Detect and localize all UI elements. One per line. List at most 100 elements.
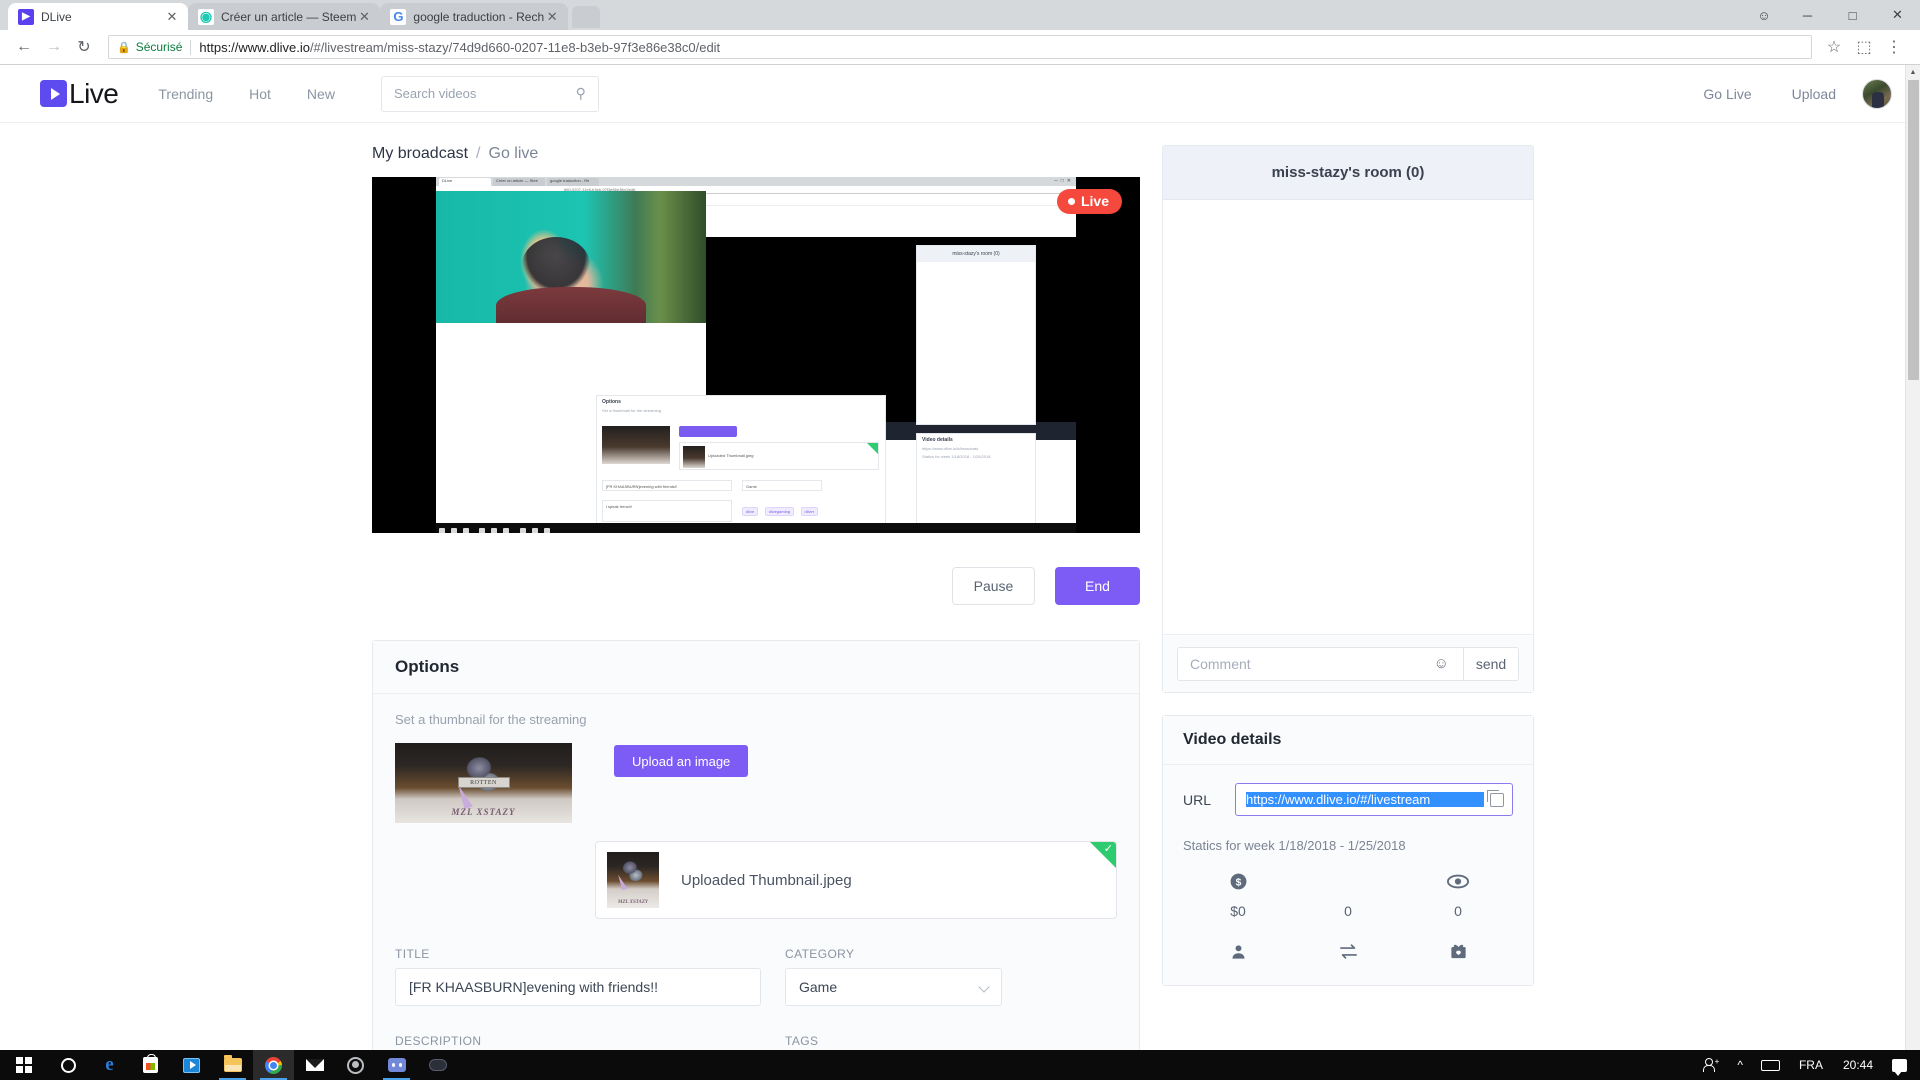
reload-icon[interactable]: ↻ bbox=[70, 33, 98, 61]
media-player-icon[interactable] bbox=[171, 1050, 212, 1080]
minimize-button[interactable]: ─ bbox=[1785, 0, 1830, 30]
chevron-up-icon[interactable]: ^ bbox=[1728, 1050, 1752, 1080]
steemit-icon: ◉ bbox=[198, 8, 214, 25]
dlive-page: Live Trending Hot New ⚲ Go Live Upload M… bbox=[0, 65, 1920, 1050]
browser-tab-dlive[interactable]: ▶ DLive ✕ bbox=[8, 3, 188, 30]
browser-tab-steemit[interactable]: ◉ Créer un article — Steem ✕ bbox=[188, 3, 381, 30]
chrome-icon[interactable] bbox=[253, 1050, 294, 1080]
screen-capture-preview: DLive Créer un article — Stee google tra… bbox=[436, 177, 1076, 533]
obs-icon[interactable] bbox=[335, 1050, 376, 1080]
browser-tab-google-traduction[interactable]: G google traduction - Rech ✕ bbox=[380, 3, 569, 30]
video-details-card: Video details URL https://www.dlive.io/#… bbox=[1162, 715, 1534, 986]
bookmark-star-icon[interactable]: ☆ bbox=[1820, 33, 1848, 61]
keyboard-icon[interactable] bbox=[1752, 1050, 1789, 1080]
pause-button[interactable]: Pause bbox=[952, 567, 1035, 605]
chat-panel: miss-stazy's room (0) ☺ send bbox=[1162, 145, 1534, 693]
description-field-group: DESCRIPTION bbox=[395, 1034, 761, 1050]
breadcrumb-my-broadcast[interactable]: My broadcast bbox=[372, 145, 468, 163]
comment-input[interactable] bbox=[1177, 646, 1463, 681]
avatar[interactable] bbox=[1862, 78, 1892, 109]
search-icon[interactable]: ⚲ bbox=[576, 85, 586, 102]
uploaded-file-card[interactable]: MZL XSTAZY Uploaded Thumbnail.jpeg ✓ bbox=[595, 841, 1117, 919]
store-icon[interactable] bbox=[130, 1050, 171, 1080]
address-bar[interactable]: 🔒 Sécurisé https://www.dlive.io/#/livest… bbox=[108, 35, 1812, 59]
file-thumb-name: MZL XSTAZY bbox=[618, 900, 648, 905]
video-player[interactable]: DLive Créer un article — Stee google tra… bbox=[372, 177, 1140, 533]
clock[interactable]: 20:44 bbox=[1833, 1050, 1883, 1080]
logo-text: Live bbox=[69, 77, 119, 109]
category-select-wrap[interactable]: Game bbox=[785, 968, 1002, 1006]
url-input-field[interactable]: https://www.dlive.io/#/livestream bbox=[1235, 783, 1513, 816]
mock-thumbnail bbox=[602, 426, 670, 464]
left-column: My broadcast / Go live DLive Créer un ar… bbox=[372, 145, 1140, 1050]
check-icon: ✓ bbox=[1103, 843, 1113, 855]
mock-options-card: Options Set a thumbnail for the streamin… bbox=[596, 395, 886, 530]
mail-icon[interactable] bbox=[294, 1050, 335, 1080]
thumbnail-hint: Set a thumbnail for the streaming bbox=[395, 712, 587, 727]
title-input[interactable] bbox=[395, 968, 761, 1006]
copy-icon[interactable] bbox=[1487, 789, 1504, 807]
title-field-group: TITLE bbox=[395, 947, 761, 1006]
discord-icon[interactable] bbox=[376, 1050, 417, 1080]
url-value[interactable]: https://www.dlive.io/#/livestream bbox=[1246, 792, 1484, 807]
file-explorer-icon[interactable] bbox=[212, 1050, 253, 1080]
windows-taskbar: e + ^ FRA 20:44 bbox=[0, 1050, 1920, 1080]
new-tab-button[interactable] bbox=[572, 6, 601, 28]
options-header: Options bbox=[373, 641, 1139, 694]
nav-link-hot[interactable]: Hot bbox=[249, 86, 271, 102]
start-icon[interactable] bbox=[0, 1050, 48, 1080]
language-indicator[interactable]: FRA bbox=[1789, 1050, 1833, 1080]
live-badge: Live bbox=[1056, 189, 1122, 214]
search-input[interactable] bbox=[393, 86, 576, 101]
send-button[interactable]: send bbox=[1463, 646, 1519, 681]
video-details-body: URL https://www.dlive.io/#/livestream St… bbox=[1163, 765, 1533, 985]
end-button[interactable]: End bbox=[1055, 567, 1140, 605]
mock-chat-title: miss-stazy's room (0) bbox=[917, 246, 1035, 262]
cortana-icon[interactable] bbox=[48, 1050, 89, 1080]
mock-chat-panel: miss-stazy's room (0) bbox=[916, 245, 1036, 425]
mock-file-thumb bbox=[683, 446, 705, 468]
tab-title: Créer un article — Steem bbox=[221, 9, 357, 24]
emoji-icon[interactable]: ☺ bbox=[1434, 655, 1449, 672]
profile-icon[interactable]: ☺ bbox=[1743, 0, 1785, 30]
scroll-up-icon[interactable]: ▲ bbox=[1906, 65, 1920, 80]
upload-link[interactable]: Upload bbox=[1792, 86, 1836, 102]
scrollbar-thumb[interactable] bbox=[1908, 80, 1919, 380]
description-label: DESCRIPTION bbox=[395, 1034, 482, 1048]
system-tray: + ^ FRA 20:44 bbox=[1694, 1050, 1920, 1080]
file-thumbnail: MZL XSTAZY bbox=[607, 852, 659, 908]
extension-icon[interactable]: ⬚ bbox=[1850, 33, 1878, 61]
dlive-logo[interactable]: Live bbox=[40, 77, 119, 110]
search-box[interactable]: ⚲ bbox=[380, 75, 599, 112]
close-window-button[interactable]: ✕ bbox=[1875, 0, 1920, 30]
notification-icon[interactable] bbox=[1883, 1050, 1916, 1080]
category-select[interactable]: Game bbox=[785, 968, 1002, 1006]
thumbnail-ribbon-text: ROTTEN bbox=[457, 777, 510, 788]
repeat-icon bbox=[1293, 937, 1403, 965]
mock-title-input: [FR KHAASBURN]evening with friends!! bbox=[602, 480, 732, 491]
thumbnail-title-text: MZL XSTAZY bbox=[451, 807, 516, 817]
close-icon[interactable]: ✕ bbox=[164, 9, 180, 25]
category-label: CATEGORY bbox=[785, 947, 855, 961]
close-icon[interactable]: ✕ bbox=[356, 9, 372, 25]
upload-image-button[interactable]: Upload an image bbox=[614, 745, 749, 777]
thumbnail-art bbox=[450, 743, 517, 809]
nav-link-trending[interactable]: Trending bbox=[158, 86, 213, 102]
people-icon[interactable]: + bbox=[1694, 1050, 1728, 1080]
stream-controls: Pause End bbox=[372, 567, 1140, 605]
mock-vd-url: https://www.dlive.io/#/broadcast bbox=[922, 446, 979, 451]
close-icon[interactable]: ✕ bbox=[544, 9, 560, 25]
earnings-value: $0 bbox=[1230, 903, 1246, 919]
maximize-button[interactable]: □ bbox=[1830, 0, 1875, 30]
forward-icon[interactable]: → bbox=[40, 33, 68, 61]
browser-menu-icon[interactable]: ⋮ bbox=[1880, 33, 1908, 61]
go-live-link[interactable]: Go Live bbox=[1703, 86, 1751, 102]
nav-link-new[interactable]: New bbox=[307, 86, 335, 102]
back-icon[interactable]: ← bbox=[10, 33, 38, 61]
mock-file-name: Uploaded Thumbnail.jpeg bbox=[708, 453, 754, 458]
breadcrumb-go-live[interactable]: Go live bbox=[489, 145, 539, 163]
tags-field-group: TAGS dlive ✕ dlivegaming ✕ bbox=[785, 1034, 1115, 1050]
edge-icon[interactable]: e bbox=[89, 1050, 130, 1080]
game-icon[interactable] bbox=[417, 1050, 458, 1080]
page-scrollbar[interactable]: ▲ bbox=[1905, 65, 1920, 1050]
